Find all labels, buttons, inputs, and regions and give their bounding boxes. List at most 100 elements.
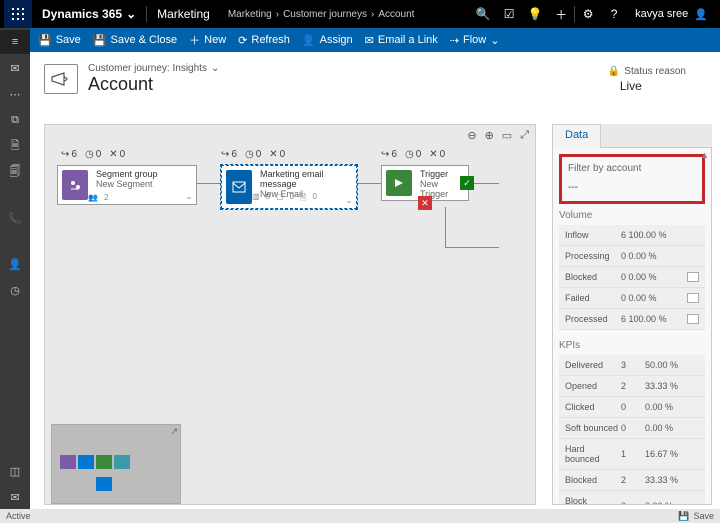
footer-save-button[interactable]: 💾 Save — [678, 511, 714, 522]
volume-list: Inflow6 100.00 % Processing0 0.00 % Bloc… — [559, 225, 705, 330]
chevron-down-icon[interactable]: ⌄ — [182, 166, 196, 204]
tile-title: Marketing email message — [260, 169, 338, 189]
arrow-icon: ↪ — [61, 149, 69, 160]
arrow-icon: ↪ — [221, 149, 229, 160]
minimap[interactable]: ↗ — [51, 424, 181, 504]
chevron-right-icon: › — [276, 9, 279, 20]
mini-chart-icon[interactable] — [687, 314, 699, 324]
settings-icon[interactable]: ⚙ — [575, 0, 601, 28]
stat-row: Hard bounced116.67 % — [559, 439, 705, 470]
record-header: Customer journey: Insights ⌄ Account 🔒St… — [30, 52, 720, 106]
status-block: 🔒Status reason Live — [608, 66, 706, 93]
tile-title: Segment group — [96, 169, 178, 179]
brand-switcher[interactable]: Dynamics 365 ⌄ — [32, 7, 146, 21]
save-button[interactable]: 💾Save — [38, 34, 81, 47]
plus-icon: ＋ — [189, 32, 200, 48]
x-icon: ✕ — [429, 149, 437, 160]
hamburger-icon[interactable]: ≡ — [0, 30, 30, 54]
nav-item[interactable]: 🗐 — [0, 160, 30, 184]
stat-row: Clicked00.00 % — [559, 397, 705, 418]
help-icon[interactable]: ? — [601, 0, 627, 28]
refresh-icon: ⟳ — [238, 34, 247, 47]
stat-row: Processing0 0.00 % — [559, 246, 705, 267]
arrow-icon: ↪ — [381, 149, 389, 160]
mini-chart-icon[interactable] — [687, 293, 699, 303]
nav-item[interactable]: ◫ — [0, 459, 30, 483]
flow-button[interactable]: ⇢Flow⌄ — [450, 34, 500, 47]
nav-item[interactable]: 👤 — [0, 252, 30, 276]
nav-item[interactable]: ✉ — [0, 485, 30, 509]
assign-button[interactable]: 👤Assign — [302, 34, 353, 47]
save-icon: 💾 — [678, 511, 689, 522]
stat-row: Block bounced00.00 % — [559, 491, 705, 505]
tile-subtitle: New Segment — [96, 179, 178, 189]
filter-by-account[interactable]: Filter by account --- — [559, 154, 705, 204]
form-selector[interactable]: Customer journey: Insights ⌄ — [88, 63, 219, 74]
mini-chart-icon[interactable] — [687, 272, 699, 282]
module-link[interactable]: Marketing — [147, 7, 220, 21]
clock-icon: ◷ — [85, 149, 94, 160]
tab-data[interactable]: Data — [552, 124, 601, 148]
check-icon: ✓ — [460, 176, 474, 190]
tile-email-message[interactable]: Marketing email message New Email ⌄ ▥0 ▢… — [221, 165, 357, 209]
stat-row: Failed0 0.00 % — [559, 288, 705, 309]
minimap-tile — [96, 455, 112, 469]
tile-segment-group[interactable]: Segment group New Segment ⌄ 👥2 — [57, 165, 197, 205]
chevron-down-icon: ⌄ — [211, 63, 219, 74]
breadcrumb-item[interactable]: Customer journeys — [283, 9, 367, 20]
scroll-up-icon[interactable]: ▲ — [700, 150, 709, 160]
chevron-down-icon: ⌄ — [126, 7, 136, 21]
nav-item[interactable]: 🗎 — [0, 134, 30, 158]
user-avatar-icon: 👤 — [694, 8, 708, 21]
tab-rest — [601, 124, 712, 148]
user-name: kavya sree — [635, 8, 688, 20]
lightbulb-icon[interactable]: 💡 — [522, 0, 548, 28]
status-label: Status reason — [624, 66, 686, 77]
lock-icon: 🔒 — [608, 66, 620, 77]
chevron-down-icon[interactable]: ⌄ — [342, 166, 356, 208]
nav-item[interactable]: ✉ — [0, 56, 30, 80]
zoom-out-icon[interactable]: ⊖ — [467, 129, 476, 142]
journey-canvas[interactable]: ⊖ ⊕ ▭ ⤢ ↪6 ◷0 ✕0 ↪6 ◷0 ✕0 ↪6 ◷0 ✕0 — [44, 124, 536, 505]
user-menu[interactable]: kavya sree 👤 — [627, 8, 716, 21]
tile-trigger[interactable]: Trigger New Trigger ✓ ✕ — [381, 165, 469, 201]
tile-title: Trigger — [420, 169, 464, 179]
stat-row: Delivered350.00 % — [559, 355, 705, 376]
minimap-tile — [96, 477, 112, 491]
filter-value: --- — [568, 182, 696, 193]
status-bar: Active 💾 Save — [0, 509, 720, 523]
stat-row: Blocked233.33 % — [559, 470, 705, 491]
nav-item[interactable]: ⧉ — [0, 108, 30, 132]
flow-icon: ⇢ — [450, 34, 459, 47]
task-icon[interactable]: ☑ — [496, 0, 522, 28]
trigger-icon — [386, 170, 412, 196]
app-launcher-button[interactable] — [4, 0, 32, 28]
brand-label: Dynamics 365 — [42, 7, 122, 21]
command-bar: 💾Save 💾Save & Close ＋New ⟳Refresh 👤Assig… — [30, 28, 720, 52]
email-link-button[interactable]: ✉Email a Link — [365, 34, 438, 47]
save-close-button[interactable]: 💾Save & Close — [93, 34, 177, 47]
new-button[interactable]: ＋New — [189, 32, 226, 48]
top-bar: Dynamics 365 ⌄ Marketing Marketing › Cus… — [0, 0, 720, 28]
zoom-in-icon[interactable]: ⊕ — [485, 129, 494, 142]
segment-icon — [62, 170, 88, 200]
nav-item[interactable]: ◷ — [0, 278, 30, 302]
breadcrumb-item[interactable]: Marketing — [228, 9, 272, 20]
stat-row: Processed6 100.00 % — [559, 309, 705, 330]
expand-icon[interactable]: ⤢ — [520, 129, 529, 142]
email-icon: ✉ — [365, 34, 374, 47]
nav-item[interactable]: 📞 — [0, 206, 30, 230]
data-panel: Data ▲ Filter by account --- Volume Infl… — [552, 124, 712, 505]
nav-item[interactable]: ⋯ — [0, 82, 30, 106]
minimap-close-icon[interactable]: ↗ — [170, 426, 178, 437]
stat-row: Opened233.33 % — [559, 376, 705, 397]
breadcrumb-item[interactable]: Account — [378, 9, 414, 20]
add-icon[interactable]: ＋ — [548, 0, 574, 28]
fit-icon[interactable]: ▭ — [502, 129, 512, 142]
refresh-button[interactable]: ⟳Refresh — [238, 34, 290, 47]
breadcrumb: Marketing › Customer journeys › Account — [220, 9, 423, 20]
x-icon: ✕ — [418, 196, 432, 210]
clock-icon: ◷ — [245, 149, 254, 160]
chevron-right-icon: › — [371, 9, 374, 20]
search-icon[interactable]: 🔍 — [470, 0, 496, 28]
